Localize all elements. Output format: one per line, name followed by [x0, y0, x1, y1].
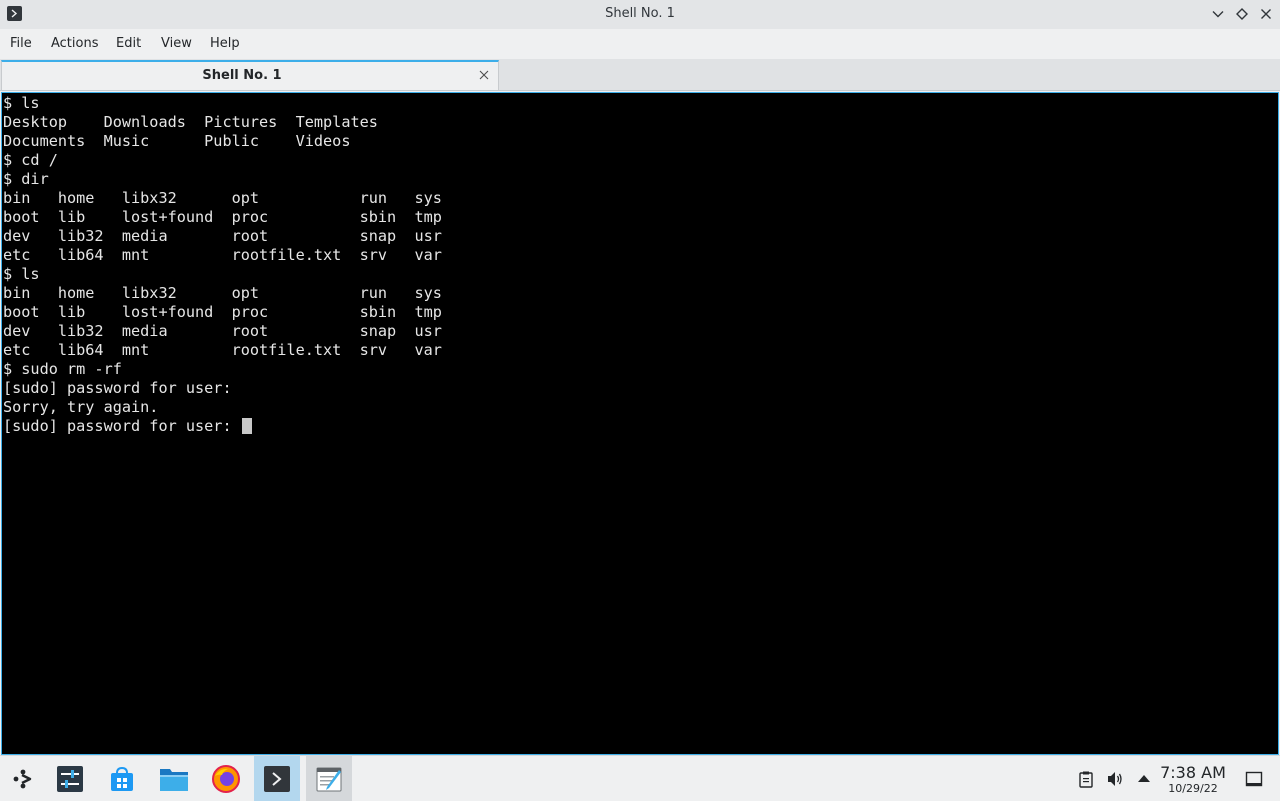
menu-help[interactable]: Help	[210, 36, 240, 51]
taskbar-file-manager[interactable]	[151, 756, 197, 801]
terminal-line: $ ls	[3, 265, 40, 283]
text-editor-icon	[316, 767, 342, 791]
file-manager-icon	[160, 768, 188, 791]
clock-date[interactable]: 10/29/22	[1156, 782, 1230, 795]
window-title: Shell No. 1	[605, 6, 675, 21]
terminal-line: etc lib64 mnt rootfile.txt srv var	[3, 341, 442, 359]
taskbar-system-settings[interactable]	[47, 756, 93, 801]
tab-label: Shell No. 1	[202, 68, 282, 83]
show-desktop-icon[interactable]	[1245, 770, 1263, 788]
terminal-line: bin home libx32 opt run sys	[3, 284, 442, 302]
clock-time[interactable]: 7:38 AM	[1156, 763, 1230, 782]
text-cursor	[241, 418, 252, 434]
terminal-line: dev lib32 media root snap usr	[3, 227, 442, 245]
terminal-line: Sorry, try again.	[3, 398, 159, 416]
title-bar[interactable]: Shell No. 1	[0, 0, 1280, 29]
terminal-line: dev lib32 media root snap usr	[3, 322, 442, 340]
terminal-output[interactable]: $ ls Desktop Downloads Pictures Template…	[1, 92, 1279, 755]
taskbar-discover[interactable]	[99, 756, 145, 801]
menu-view[interactable]: View	[161, 36, 192, 51]
terminal-line: $ ls	[3, 94, 40, 112]
terminal-icon	[264, 765, 290, 792]
menu-file[interactable]: File	[10, 36, 32, 51]
clipboard-icon[interactable]	[1077, 770, 1095, 788]
terminal-line: boot lib lost+found proc sbin tmp	[3, 208, 442, 226]
volume-icon[interactable]	[1106, 770, 1124, 788]
app-launcher-button[interactable]	[0, 756, 46, 801]
terminal-line: $ dir	[3, 170, 49, 188]
terminal-line: $ cd /	[3, 151, 58, 169]
close-window-icon[interactable]	[1259, 7, 1273, 21]
taskbar: 7:38 AM 10/29/22	[0, 755, 1280, 801]
firefox-icon	[212, 764, 240, 793]
terminal-line: Desktop Downloads Pictures Templates	[3, 113, 378, 131]
terminal-line: boot lib lost+found proc sbin tmp	[3, 303, 442, 321]
system-settings-icon	[57, 765, 83, 792]
menu-actions[interactable]: Actions	[51, 36, 99, 51]
terminal-line: $ sudo rm -rf	[3, 360, 122, 378]
tab-bar: Shell No. 1	[0, 59, 1280, 91]
terminal-prompt-line[interactable]: [sudo] password for user:	[3, 417, 442, 436]
app-launcher-icon	[13, 769, 32, 788]
menu-edit[interactable]: Edit	[116, 36, 141, 51]
terminal-line: bin home libx32 opt run sys	[3, 189, 442, 207]
terminal-line: Documents Music Public Videos	[3, 132, 351, 150]
maximize-icon[interactable]	[1235, 7, 1249, 21]
discover-store-icon	[111, 766, 133, 791]
terminal-line: [sudo] password for user:	[3, 379, 232, 397]
show-hidden-arrow-icon[interactable]	[1135, 770, 1153, 788]
password-prompt: [sudo] password for user:	[3, 417, 241, 435]
taskbar-text-editor[interactable]	[306, 756, 352, 801]
close-tab-icon[interactable]	[478, 69, 490, 81]
minimize-icon[interactable]	[1211, 7, 1225, 21]
terminal-line: etc lib64 mnt rootfile.txt srv var	[3, 246, 442, 264]
tab-shell-1[interactable]: Shell No. 1	[1, 60, 499, 90]
taskbar-firefox[interactable]	[203, 756, 249, 801]
terminal-lines: $ ls Desktop Downloads Pictures Template…	[3, 94, 442, 436]
taskbar-konsole[interactable]	[254, 756, 300, 801]
menu-bar: File Actions Edit View Help	[0, 29, 1280, 59]
